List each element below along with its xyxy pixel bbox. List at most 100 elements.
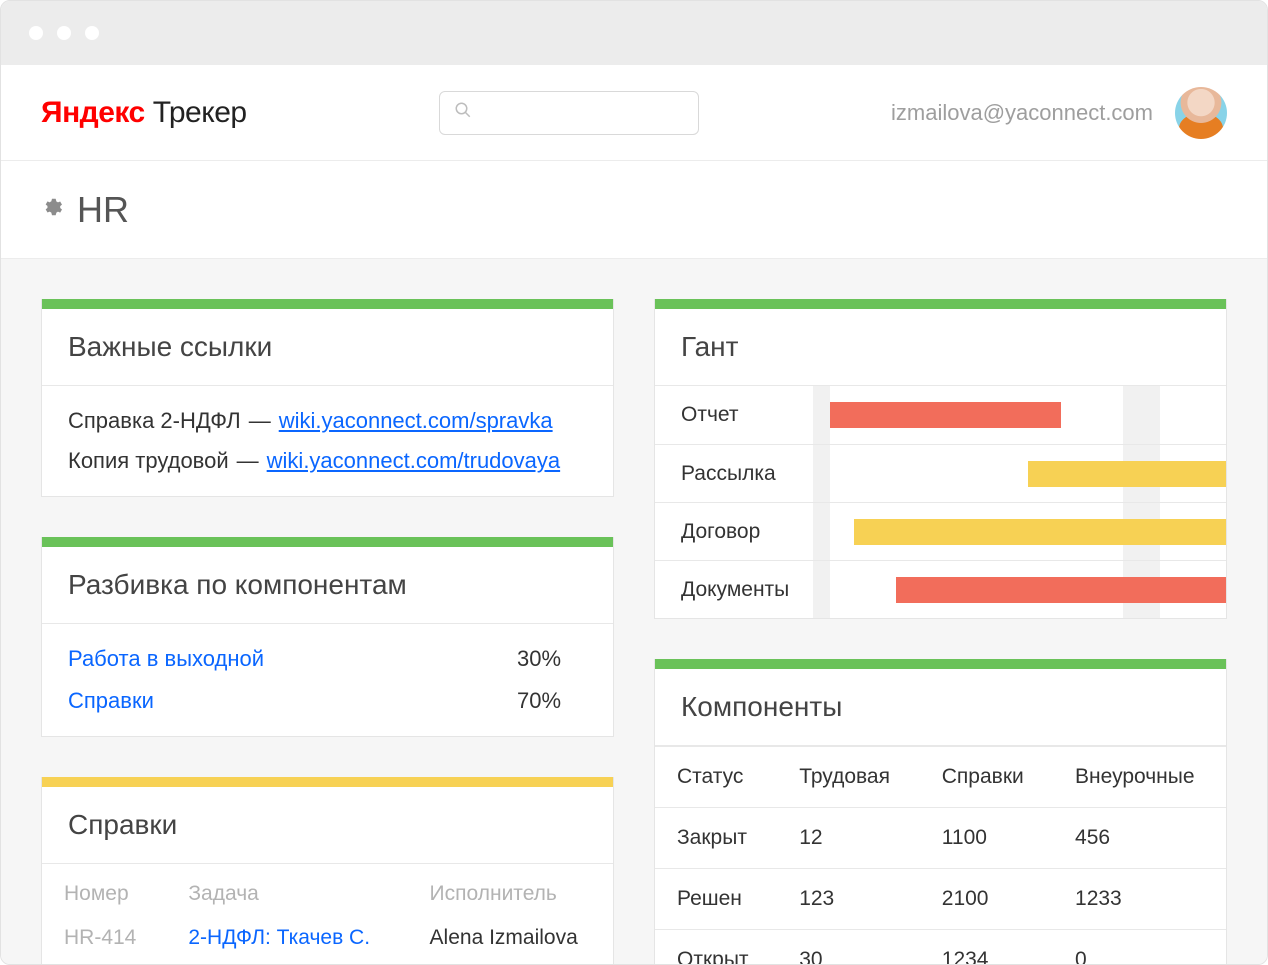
logo[interactable]: Яндекс Трекер — [41, 96, 247, 130]
card-components-body: Статус Трудовая Справки Внеурочные Закры… — [655, 746, 1226, 964]
link-row: Справка 2-НДФЛ — wiki.yaconnect.com/spra… — [68, 408, 587, 434]
card-gantt: Гант Отчет Рассылка — [654, 299, 1227, 619]
card-components-title: Компоненты — [655, 669, 1226, 746]
card-breakdown-body: Работа в выходной 30% Справки 70% — [42, 624, 613, 736]
col-spravki: Справки — [920, 747, 1053, 808]
table-row: HR-414 2-НДФЛ: Ткачев С. Alena Izmailova — [42, 920, 613, 964]
gantt-bar — [1028, 461, 1226, 487]
gantt-row: Договор — [655, 502, 1226, 560]
search-input[interactable] — [482, 104, 684, 122]
card-stripe — [655, 659, 1226, 669]
card-links-body: Справка 2-НДФЛ — wiki.yaconnect.com/spra… — [42, 386, 613, 496]
user-area: izmailova@yaconnect.com — [891, 87, 1227, 139]
dash: — — [237, 448, 259, 474]
cell: 123 — [777, 869, 920, 930]
link-label: Копия трудовой — [68, 448, 229, 474]
gantt-track — [813, 445, 1226, 502]
cell: Открыт — [655, 930, 777, 965]
gantt-label: Отчет — [655, 403, 813, 427]
breakdown-track — [324, 646, 501, 672]
gantt-track — [813, 503, 1226, 560]
window-dot-icon — [29, 26, 43, 40]
cell: 1233 — [1053, 869, 1226, 930]
gear-icon[interactable] — [41, 196, 63, 223]
cell-assignee: Alena Izmailova — [408, 920, 613, 964]
gantt-bar — [896, 577, 1226, 603]
col-number: Номер — [42, 864, 166, 920]
left-column: Важные ссылки Справка 2-НДФЛ — wiki.yaco… — [41, 299, 614, 964]
table-row: Решен 123 2100 1233 — [655, 869, 1226, 930]
gantt-track — [813, 386, 1226, 444]
card-links-title: Важные ссылки — [42, 309, 613, 386]
card-breakdown: Разбивка по компонентам Работа в выходно… — [41, 537, 614, 737]
card-stripe — [655, 299, 1226, 309]
gantt-grid-stripe — [813, 561, 830, 618]
breakdown-row: Справки 70% — [68, 688, 587, 714]
breakdown-label[interactable]: Справки — [68, 688, 308, 714]
app-window: Яндекс Трекер izmailova@yaconnect.com HR — [0, 0, 1268, 965]
cell: 1100 — [920, 808, 1053, 869]
components-table: Статус Трудовая Справки Внеурочные Закры… — [655, 746, 1226, 964]
gantt-label: Документы — [655, 578, 813, 602]
card-stripe — [42, 299, 613, 309]
breakdown-pct: 30% — [517, 646, 587, 672]
logo-product: Трекер — [153, 96, 247, 130]
wiki-link[interactable]: wiki.yaconnect.com/spravka — [279, 408, 553, 434]
table-row: Открыт 30 1234 0 — [655, 930, 1226, 965]
window-titlebar — [1, 1, 1267, 65]
gantt-grid-stripe — [813, 445, 830, 502]
col-status: Статус — [655, 747, 777, 808]
window-dot-icon — [57, 26, 71, 40]
content-area: Важные ссылки Справка 2-НДФЛ — wiki.yaco… — [1, 259, 1267, 964]
cell-task[interactable]: 2-НДФЛ: Ткачев С. — [166, 920, 407, 964]
cell: 12 — [777, 808, 920, 869]
card-spravki-title: Справки — [42, 787, 613, 864]
card-spravki: Справки Номер Задача Исполнитель HR-414 … — [41, 777, 614, 964]
avatar[interactable] — [1175, 87, 1227, 139]
breakdown-pct: 70% — [517, 688, 587, 714]
breakdown-label[interactable]: Работа в выходной — [68, 646, 308, 672]
user-email[interactable]: izmailova@yaconnect.com — [891, 100, 1153, 126]
gantt-label: Договор — [655, 520, 813, 544]
gantt-grid-stripe — [813, 386, 830, 444]
cell: 0 — [1053, 930, 1226, 965]
table-header-row: Статус Трудовая Справки Внеурочные — [655, 747, 1226, 808]
gantt-grid-stripe — [813, 503, 830, 560]
table-row: Закрыт 12 1100 456 — [655, 808, 1226, 869]
card-gantt-body: Отчет Рассылка — [655, 386, 1226, 618]
gantt-track — [813, 561, 1226, 618]
card-spravki-body: Номер Задача Исполнитель HR-414 2-НДФЛ: … — [42, 864, 613, 964]
gantt-row: Документы — [655, 560, 1226, 618]
link-label: Справка 2-НДФЛ — [68, 408, 241, 434]
wiki-link[interactable]: wiki.yaconnect.com/trudovaya — [267, 448, 560, 474]
gantt-row: Отчет — [655, 386, 1226, 444]
breakdown-track — [324, 688, 501, 714]
app-header: Яндекс Трекер izmailova@yaconnect.com — [1, 65, 1267, 161]
cell: 30 — [777, 930, 920, 965]
dash: — — [249, 408, 271, 434]
cell: 2100 — [920, 869, 1053, 930]
col-vneuroch: Внеурочные — [1053, 747, 1226, 808]
search-icon — [454, 101, 472, 124]
card-stripe — [42, 777, 613, 787]
gantt-grid-stripe — [1123, 386, 1160, 444]
cell-number[interactable]: HR-414 — [42, 920, 166, 964]
right-column: Гант Отчет Рассылка — [654, 299, 1227, 964]
col-trudovaya: Трудовая — [777, 747, 920, 808]
card-gantt-title: Гант — [655, 309, 1226, 386]
gantt-bar — [830, 402, 1061, 428]
window-dot-icon — [85, 26, 99, 40]
search-wrap — [271, 91, 867, 135]
cell: Решен — [655, 869, 777, 930]
logo-brand: Яндекс — [41, 96, 145, 130]
cell: 456 — [1053, 808, 1226, 869]
gantt-bar — [854, 519, 1226, 545]
card-links: Важные ссылки Справка 2-НДФЛ — wiki.yaco… — [41, 299, 614, 497]
col-assignee: Исполнитель — [408, 864, 613, 920]
gantt-row: Рассылка — [655, 444, 1226, 502]
card-components: Компоненты Статус Трудовая Справки Внеур… — [654, 659, 1227, 964]
card-stripe — [42, 537, 613, 547]
gantt-label: Рассылка — [655, 462, 813, 486]
search-box[interactable] — [439, 91, 699, 135]
link-row: Копия трудовой — wiki.yaconnect.com/trud… — [68, 448, 587, 474]
